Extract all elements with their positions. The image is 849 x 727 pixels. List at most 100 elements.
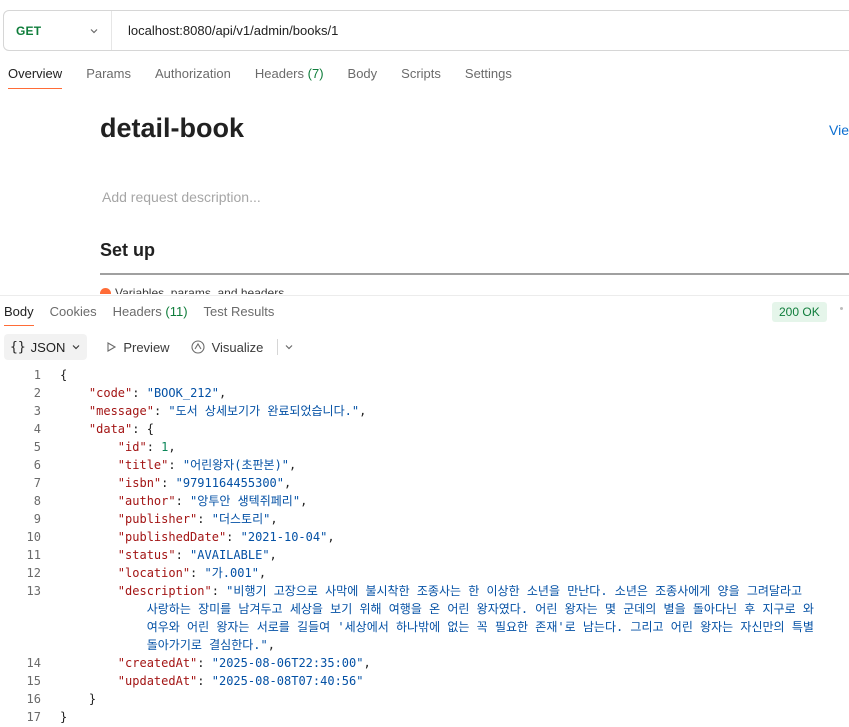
code-line: 1{ (0, 366, 849, 384)
line-number: 12 (26, 566, 41, 580)
url-input[interactable]: localhost:8080/api/v1/admin/books/1 (112, 23, 338, 38)
response-body-code[interactable]: 1{ 2 "code": "BOOK_212", 3 "message": "도… (0, 366, 849, 726)
response-tab-test-results[interactable]: Test Results (204, 304, 275, 326)
line-number: 6 (33, 458, 41, 472)
line-number: 9 (33, 512, 41, 526)
code-line: 16 } (0, 690, 849, 708)
code-line: 3 "message": "도서 상세보기가 완료되었습니다.", (0, 402, 849, 420)
visualize-button[interactable]: Visualize (184, 339, 270, 355)
json-value-description: 여우와 어린 왕자는 서로를 길들여 '세상에서 하나밖에 없는 꼭 필요한 존… (146, 620, 814, 634)
tab-label: Cookies (49, 304, 97, 319)
setup-item-label: Variables, params, and headers (115, 286, 285, 294)
code-line: 10 "publishedDate": "2021-10-04", (0, 528, 849, 546)
response-toolbar: {} JSON Preview Visualize (4, 334, 294, 360)
request-description-input[interactable]: Add request description... (102, 189, 261, 205)
line-number: 17 (26, 710, 41, 724)
line-number: 10 (26, 530, 41, 544)
code-line: 6 "title": "어린왕자(초판본)", (0, 456, 849, 474)
tab-authorization[interactable]: Authorization (155, 66, 231, 89)
code-line: 14 "createdAt": "2025-08-06T22:35:00", (0, 654, 849, 672)
line-number: 4 (33, 422, 41, 436)
line-number: 16 (26, 692, 41, 706)
toolbar-divider (277, 339, 279, 355)
code-line: 15 "updatedAt": "2025-08-08T07:40:56" (0, 672, 849, 690)
setup-item-variables[interactable]: Variables, params, and headers (100, 284, 284, 294)
response-tab-headers[interactable]: Headers (11) (113, 304, 188, 326)
json-value-description: 사랑하는 장미를 남겨두고 세상을 보기 위해 여행을 온 어린 왕자였다. 어… (146, 602, 814, 616)
request-title[interactable]: detail-book (100, 113, 244, 144)
json-value-title: 어린왕자(초판본) (190, 458, 282, 472)
code-line: 2 "code": "BOOK_212", (0, 384, 849, 402)
line-number: 13 (26, 584, 41, 598)
json-value-code: BOOK_212 (153, 386, 212, 400)
json-value-description: 돌아가기로 결심한다. (146, 638, 261, 652)
tab-label: Headers (254, 66, 305, 81)
line-number: 7 (33, 476, 41, 490)
code-line: 11 "status": "AVAILABLE", (0, 546, 849, 564)
tab-label: Authorization (154, 66, 231, 81)
json-value-description: 비행기 고장으로 사막에 불시착한 조종사는 한 이상한 소년을 만난다. 소년… (233, 584, 803, 598)
braces-icon: {} (10, 339, 26, 355)
tab-headers[interactable]: Headers (7) (255, 66, 324, 89)
line-number (0, 600, 41, 618)
code-line-wrap: 여우와 어린 왕자는 서로를 길들여 '세상에서 하나밖에 없는 꼭 필요한 존… (0, 618, 849, 636)
line-number: 3 (33, 404, 41, 418)
format-select[interactable]: {} JSON (4, 334, 88, 360)
tab-body[interactable]: Body (348, 66, 378, 89)
chevron-down-icon (90, 28, 98, 33)
response-tab-cookies[interactable]: Cookies (50, 304, 97, 326)
tab-label: Body (347, 66, 378, 81)
code-line-wrap: 사랑하는 장미를 남겨두고 세상을 보기 위해 여행을 온 어린 왕자였다. 어… (0, 600, 849, 618)
tab-label: Headers (112, 304, 162, 319)
line-number (0, 618, 41, 636)
tab-label: Settings (464, 66, 512, 81)
code-line: 7 "isbn": "9791164455300", (0, 474, 849, 492)
tab-label: Test Results (203, 304, 275, 319)
status-dot-icon (100, 288, 111, 294)
tab-params[interactable]: Params (86, 66, 131, 89)
tab-count: (7) (307, 66, 324, 81)
visualize-icon (191, 340, 205, 354)
format-label: JSON (30, 339, 66, 355)
tab-label: Scripts (401, 66, 441, 81)
json-value-message: 도서 상세보기가 완료되었습니다. (175, 404, 352, 418)
tab-label: Body (4, 304, 34, 319)
line-number: 1 (33, 368, 41, 382)
line-number (0, 636, 41, 654)
json-value-status: AVAILABLE (197, 548, 263, 562)
json-value-location: 가.001 (211, 566, 252, 580)
code-line: 4 "data": { (0, 420, 849, 438)
tab-settings[interactable]: Settings (465, 66, 512, 89)
view-docs-link[interactable]: Vie (829, 122, 849, 138)
separator-dot (840, 307, 843, 310)
preview-button[interactable]: Preview (99, 340, 175, 355)
status-badge[interactable]: 200 OK (772, 302, 827, 322)
json-value-published-date: 2021-10-04 (247, 530, 321, 544)
method-label: GET (16, 23, 42, 38)
code-line: 9 "publisher": "더스토리", (0, 510, 849, 528)
visualize-label: Visualize (211, 339, 264, 355)
request-tabs: Overview Params Authorization Headers (7… (8, 66, 536, 89)
code-line: 13 "description": "비행기 고장으로 사막에 불시착한 조종사… (0, 582, 849, 600)
method-select[interactable]: GET (4, 11, 112, 50)
line-number: 5 (33, 440, 41, 454)
code-line-wrap: 돌아가기로 결심한다.", (0, 636, 849, 654)
code-line: 5 "id": 1, (0, 438, 849, 456)
tab-scripts[interactable]: Scripts (401, 66, 441, 89)
chevron-down-icon[interactable] (284, 342, 294, 352)
code-line: 17} (0, 708, 849, 726)
preview-label: Preview (123, 339, 170, 355)
setup-heading: Set up (100, 240, 156, 260)
tab-count: (11) (165, 304, 188, 319)
tab-label: Params (86, 66, 131, 81)
line-number: 11 (26, 548, 41, 562)
json-value-created-at: 2025-08-06T22:35:00 (218, 656, 357, 670)
tab-label: Overview (8, 66, 63, 81)
response-panel: Body Cookies Headers (11) Test Results 2… (0, 295, 849, 727)
json-value-updated-at: 2025-08-08T07:40:56 (218, 674, 357, 688)
response-tab-body[interactable]: Body (4, 304, 34, 326)
line-number: 15 (26, 674, 41, 688)
line-number: 14 (26, 656, 41, 670)
tab-overview[interactable]: Overview (8, 66, 63, 89)
json-value-publisher: 더스토리 (218, 512, 264, 526)
